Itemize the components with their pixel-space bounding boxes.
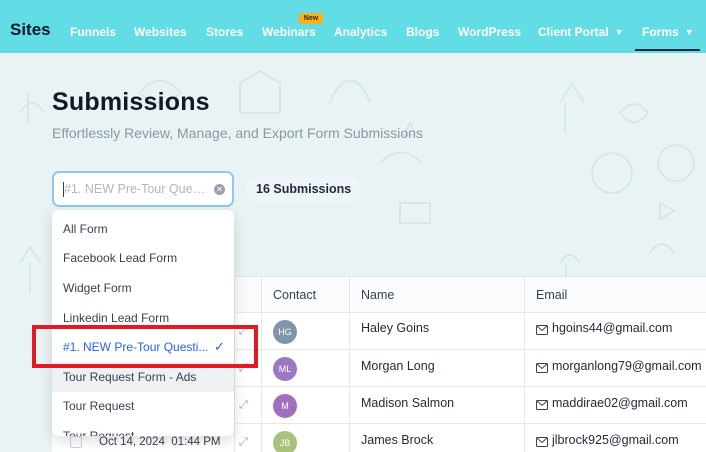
mail-icon xyxy=(536,325,548,335)
column-header-name[interactable]: Name xyxy=(361,288,394,302)
mail-icon xyxy=(536,437,548,447)
nav-item-stores[interactable]: Stores xyxy=(206,25,243,39)
mail-icon xyxy=(536,363,548,373)
submission-date: Oct 14, 2024 01:44 PM xyxy=(99,436,220,448)
dropdown-option-widget-form[interactable]: Widget Form xyxy=(52,273,234,303)
expand-icon[interactable]: ⤢ xyxy=(239,436,248,449)
contact-name: Madison Salmon xyxy=(361,396,455,410)
submission-date-day: Oct 14, 2024 xyxy=(99,436,165,448)
column-header-email[interactable]: Email xyxy=(536,288,567,302)
highlight-annotation-box xyxy=(32,325,258,368)
page-title: Submissions xyxy=(52,88,210,116)
submission-date-time: 01:44 PM xyxy=(171,436,221,448)
mail-icon xyxy=(536,400,548,410)
contact-name: Haley Goins xyxy=(361,321,430,335)
nav-item-client-portal[interactable]: Client Portal ▼ xyxy=(538,25,624,39)
nav-item-blogs[interactable]: Blogs xyxy=(406,25,439,39)
avatar: M xyxy=(273,394,297,418)
nav-item-websites[interactable]: Websites xyxy=(134,25,186,39)
nav-item-analytics[interactable]: Analytics xyxy=(334,25,387,39)
nav-item-forms-label: Forms xyxy=(642,25,679,39)
text-cursor xyxy=(63,182,64,197)
new-badge: New xyxy=(299,13,323,24)
dropdown-option-tour-request[interactable]: Tour Request xyxy=(52,391,234,421)
submission-count-badge: 16 Submissions xyxy=(246,176,362,202)
expand-icon[interactable]: ⤢ xyxy=(239,399,248,412)
avatar: JB xyxy=(273,431,297,452)
brand-title[interactable]: Sites xyxy=(10,20,51,40)
contact-name: James Brock xyxy=(361,433,434,447)
nav-item-wordpress[interactable]: WordPress xyxy=(458,25,521,39)
form-dropdown-menu: All Form Facebook Lead Form Widget Form … xyxy=(52,210,234,436)
contact-name: Morgan Long xyxy=(361,359,435,373)
contact-email[interactable]: jlbrock925@gmail.com xyxy=(552,433,679,447)
row-checkbox[interactable] xyxy=(70,436,82,448)
nav-item-webinars[interactable]: Webinars xyxy=(262,25,316,39)
contact-email[interactable]: hgoins44@gmail.com xyxy=(552,321,672,335)
chevron-down-icon: ▼ xyxy=(684,27,694,37)
dropdown-option-facebook-lead-form[interactable]: Facebook Lead Form xyxy=(52,243,234,273)
nav-item-client-portal-label: Client Portal xyxy=(538,25,609,39)
clear-icon[interactable]: ✕ xyxy=(214,184,225,195)
column-header-contact[interactable]: Contact xyxy=(273,288,316,302)
form-select-placeholder: #1. NEW Pre-Tour Ques... xyxy=(64,182,206,196)
page-subtitle: Effortlessly Review, Manage, and Export … xyxy=(52,125,423,141)
nav-item-forms[interactable]: Forms ▼ xyxy=(642,25,694,39)
dropdown-option-all-form[interactable]: All Form xyxy=(52,214,234,244)
chevron-down-icon: ▼ xyxy=(614,27,624,37)
contact-email[interactable]: morganlong79@gmail.com xyxy=(552,359,702,373)
avatar: ML xyxy=(273,357,297,381)
active-tab-indicator xyxy=(635,49,700,51)
form-select-input[interactable]: #1. NEW Pre-Tour Ques... ✕ xyxy=(52,171,234,207)
dropdown-option-tour-request-2[interactable]: Tour Request xyxy=(52,421,234,436)
avatar: HG xyxy=(273,320,297,344)
contact-email[interactable]: maddirae02@gmail.com xyxy=(552,396,688,410)
top-navigation-bar: Sites Funnels Websites Stores Webinars N… xyxy=(0,0,706,53)
nav-item-funnels[interactable]: Funnels xyxy=(70,25,116,39)
